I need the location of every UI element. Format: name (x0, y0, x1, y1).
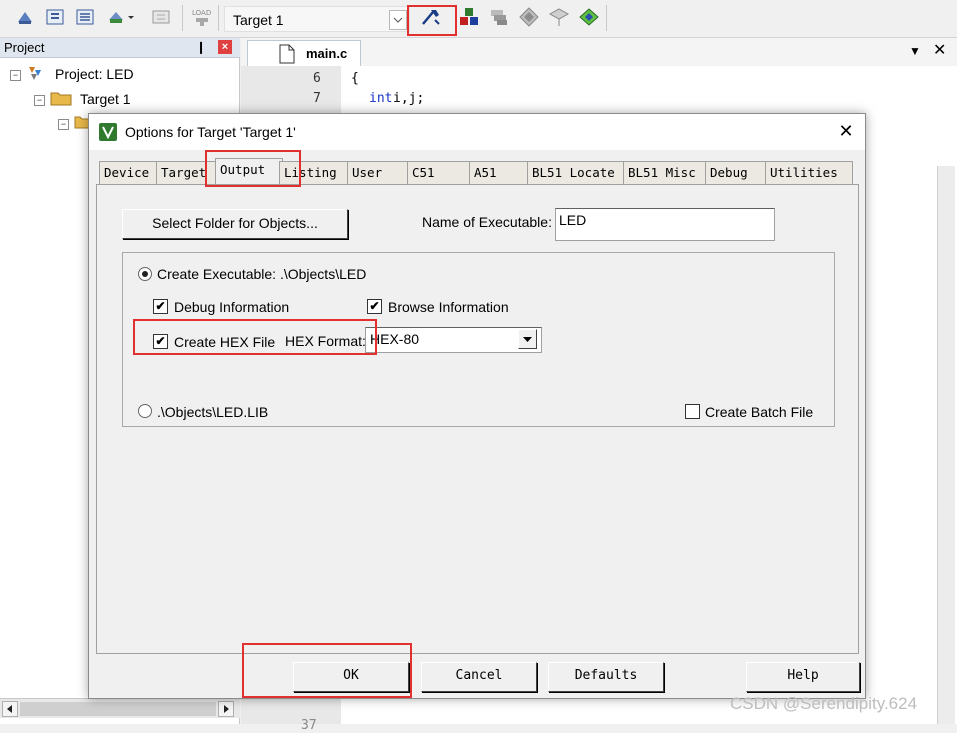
packs-update-icon[interactable] (578, 6, 600, 28)
output-tab-panel: Select Folder for Objects... Name of Exe… (96, 184, 859, 654)
create-lib-radio[interactable] (138, 404, 152, 418)
project-panel-title: Project (4, 40, 45, 55)
target-options-icon[interactable] (419, 6, 441, 28)
browse-info-label: Browse Information (388, 299, 509, 315)
create-exec-radio[interactable] (138, 267, 152, 281)
debug-info-label: Debug Information (174, 299, 290, 315)
target-select-value: Target 1 (233, 12, 284, 28)
create-exec-label: Create Executable: .\Objects\LED (157, 266, 367, 282)
tree-project[interactable]: Project: LED (55, 66, 134, 82)
cancel-button[interactable]: Cancel (421, 662, 537, 692)
batch-file-checkbox[interactable] (685, 404, 700, 419)
defaults-button[interactable]: Defaults (548, 662, 664, 692)
dialog-titlebar: Options for Target 'Target 1' ✕ (89, 114, 865, 150)
create-lib-label: .\Objects\LED.LIB (157, 404, 269, 420)
select-packs-icon[interactable] (548, 6, 570, 28)
tab-main-c[interactable]: main.c (247, 40, 361, 66)
scroll-left-icon[interactable] (2, 701, 18, 717)
translate-icon[interactable] (14, 6, 36, 28)
download-icon[interactable]: LOAD (190, 6, 214, 28)
name-exec-input[interactable]: LED (555, 208, 775, 241)
folder-icon (50, 90, 72, 106)
line-number: 6 (313, 71, 321, 86)
horizontal-scrollbar[interactable] (0, 698, 240, 718)
hex-format-select[interactable]: HEX-80 (365, 327, 542, 353)
dialog-title: Options for Target 'Target 1' (125, 124, 296, 140)
scrollbar-thumb[interactable] (20, 702, 216, 716)
line-number: 37 (301, 718, 317, 733)
manage-components-icon[interactable] (458, 6, 480, 28)
tab-main-c-label: main.c (306, 46, 348, 61)
file-extensions-icon[interactable] (488, 6, 510, 28)
build-icon[interactable] (44, 6, 66, 28)
tree-target[interactable]: Target 1 (80, 91, 131, 107)
vertical-scrollbar[interactable] (937, 166, 955, 724)
collapse-group-icon[interactable]: − (58, 119, 69, 130)
close-tab-icon[interactable]: ✕ (933, 40, 946, 60)
ok-button[interactable]: OK (293, 662, 409, 692)
project-icon (26, 64, 46, 82)
name-exec-label: Name of Executable: (422, 214, 552, 230)
browse-info-checkbox[interactable]: ✔ (367, 299, 382, 314)
file-icon (278, 44, 296, 64)
toolbar: LOAD Target 1 (0, 0, 957, 38)
hex-format-value: HEX-80 (370, 331, 420, 347)
debug-info-checkbox[interactable]: ✔ (153, 299, 168, 314)
rebuild-icon[interactable] (74, 6, 96, 28)
project-panel-header: Project ❙ × (0, 38, 240, 58)
dropdown-arrow-icon[interactable] (518, 329, 537, 349)
close-icon[interactable]: × (218, 40, 232, 54)
collapse-target-icon[interactable]: − (34, 95, 45, 106)
tab-list-icon[interactable]: ▼ (909, 44, 921, 58)
scroll-right-icon[interactable] (218, 701, 234, 717)
watermark: CSDN @Serendipity.624 (730, 694, 918, 713)
create-hex-label: Create HEX File (174, 334, 276, 350)
stop-build-icon[interactable] (150, 6, 172, 28)
pack-installer-icon[interactable] (518, 6, 540, 28)
batch-file-label: Create Batch File (705, 404, 814, 420)
hex-format-label: HEX Format: (285, 333, 366, 349)
batch-build-icon[interactable] (106, 6, 134, 28)
collapse-project-icon[interactable]: − (10, 70, 21, 81)
code-line: { (351, 71, 359, 86)
chevron-down-icon[interactable] (389, 10, 407, 30)
line-number: 7 (313, 91, 321, 106)
pin-icon[interactable]: ❙ (196, 40, 206, 54)
keil-logo-icon (99, 123, 117, 141)
code-keyword: int (369, 91, 393, 106)
options-dialog: Options for Target 'Target 1' ✕ Device T… (88, 113, 866, 699)
load-label: LOAD (192, 9, 211, 17)
target-select[interactable]: Target 1 (224, 6, 410, 32)
select-folder-button[interactable]: Select Folder for Objects... (122, 209, 348, 239)
close-icon[interactable]: ✕ (835, 120, 857, 142)
help-button[interactable]: Help (746, 662, 860, 692)
code-line: i,j; (393, 91, 425, 106)
create-hex-checkbox[interactable]: ✔ (153, 334, 168, 349)
